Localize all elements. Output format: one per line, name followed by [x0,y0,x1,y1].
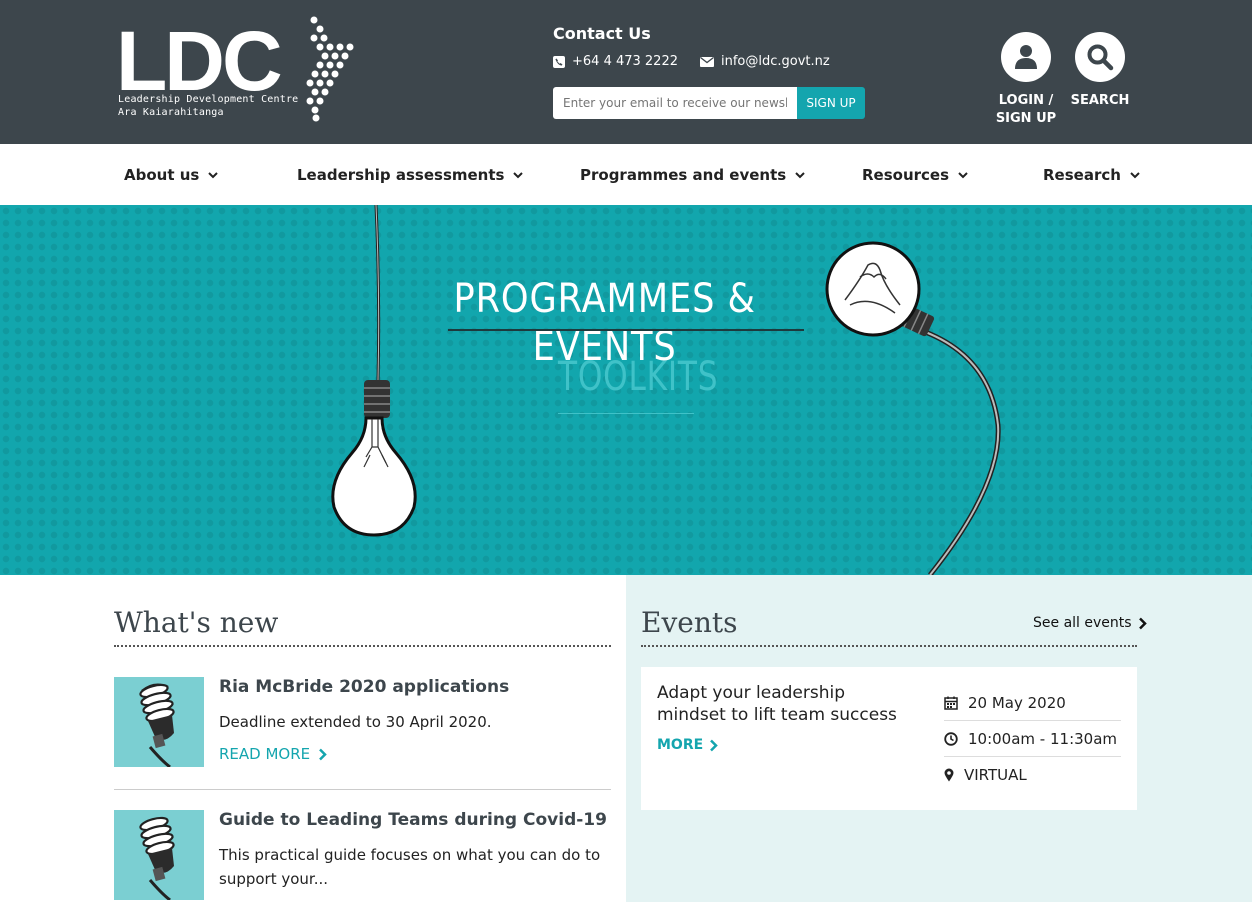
event-more-label: MORE [657,737,704,753]
contact-details: +64 4 473 2222 info@ldc.govt.nz [553,54,830,69]
event-date-row: 20 May 2020 [944,685,1121,721]
event-meta: 20 May 2020 10:00am - 11:30am VIRTUAL [944,685,1121,793]
nav-resources[interactable]: Resources [862,144,969,205]
phone-link[interactable]: +64 4 473 2222 [553,54,678,69]
chevron-right-icon [1138,617,1147,629]
event-date: 20 May 2020 [968,693,1066,712]
chevron-down-icon [513,171,524,178]
nav-label: Resources [862,165,950,184]
nav-label: Research [1043,165,1121,184]
map-pin-icon [944,768,954,782]
logo-line-1: Leadership Development Centre [118,94,299,105]
search-button[interactable]: SEARCH [1060,32,1140,110]
user-icon [1001,32,1051,82]
event-more-link[interactable]: MORE [657,737,718,753]
event-card: Adapt your leadership mindset to lift te… [641,667,1137,810]
nav-label: About us [124,165,200,184]
newsletter-signup-button[interactable]: SIGN UP [797,87,865,119]
event-time: 10:00am - 11:30am [968,729,1118,748]
phone-number: +64 4 473 2222 [572,54,678,69]
hero-subtitle-underline [558,413,694,414]
chevron-down-icon [958,171,968,178]
email-link[interactable]: info@ldc.govt.nz [700,54,830,69]
chevron-right-icon [710,739,718,751]
news-item: Guide to Leading Teams during Covid-19 T… [114,810,611,902]
read-more-link[interactable]: READ MORE [219,745,327,763]
chevron-down-icon [1130,171,1140,178]
search-label: SEARCH [1070,93,1130,108]
event-location-row: VIRTUAL [944,757,1121,793]
phone-icon [553,55,565,68]
newsletter-form: SIGN UP [553,87,865,119]
contact-title: Contact Us [553,24,651,43]
envelope-icon [700,56,714,67]
main-navigation: About us Leadership assessments Programm… [0,144,1252,205]
news-title[interactable]: Guide to Leading Teams during Covid-19 [219,810,607,830]
logo-wordmark: LDC [116,14,283,108]
news-thumbnail[interactable] [114,810,204,900]
whats-new-heading: What's new [114,606,279,639]
clock-icon [944,731,958,746]
nav-label: Programmes and events [580,165,787,184]
login-label-line1: LOGIN / [998,93,1054,108]
news-item: Ria McBride 2020 applications Deadline e… [114,677,611,777]
chevron-down-icon [795,171,805,178]
whats-new-divider [114,645,611,647]
login-label-line2: SIGN UP [995,111,1057,126]
nav-programmes-events[interactable]: Programmes and events [580,144,806,205]
nav-research[interactable]: Research [1043,144,1141,205]
login-signup-button[interactable]: LOGIN / SIGN UP [986,32,1066,128]
event-location: VIRTUAL [964,766,1027,784]
see-all-label: See all events [1033,615,1132,631]
cfl-bulb-image [139,683,175,767]
contact-block: Contact Us +64 4 473 2222 info@ldc.govt.… [553,24,873,119]
event-time-row: 10:00am - 11:30am [944,721,1121,757]
email-address: info@ldc.govt.nz [721,54,830,69]
events-divider [641,645,1137,647]
news-description: This practical guide focuses on what you… [219,846,601,888]
chevron-down-icon [208,171,219,178]
newsletter-email-input[interactable] [553,87,797,119]
hero-banner: PROGRAMMES & EVENTS TOOLKITS [0,205,1252,575]
hero-subtitle[interactable]: TOOLKITS [558,353,718,401]
calendar-icon [944,696,958,710]
site-header: LDC Leadership Development Centre Ara Ka… [0,0,1252,144]
chevron-right-icon [319,748,327,760]
read-more-label: READ MORE [219,745,311,763]
nav-leadership-assessments[interactable]: Leadership assessments [297,144,524,205]
events-heading: Events [641,606,738,639]
news-thumbnail[interactable] [114,677,204,767]
cfl-bulb-image [139,816,175,900]
ldc-logo[interactable]: LDC Leadership Development Centre Ara Ka… [116,16,356,122]
nav-about-us[interactable]: About us [124,144,219,205]
hero-title-underline [448,329,804,331]
news-description: Deadline extended to 30 April 2020. [219,713,492,731]
event-title[interactable]: Adapt your leadership mindset to lift te… [657,682,917,726]
news-divider [114,789,611,790]
search-icon [1075,32,1125,82]
logo-line-2: Ara Kaiarahitanga [118,107,224,118]
news-title[interactable]: Ria McBride 2020 applications [219,677,509,697]
logo-tagline: Leadership Development Centre Ara Kaiara… [118,93,298,119]
see-all-events-link[interactable]: See all events [1033,615,1147,631]
nav-label: Leadership assessments [297,165,505,184]
logo-dots-graphic [306,16,354,122]
